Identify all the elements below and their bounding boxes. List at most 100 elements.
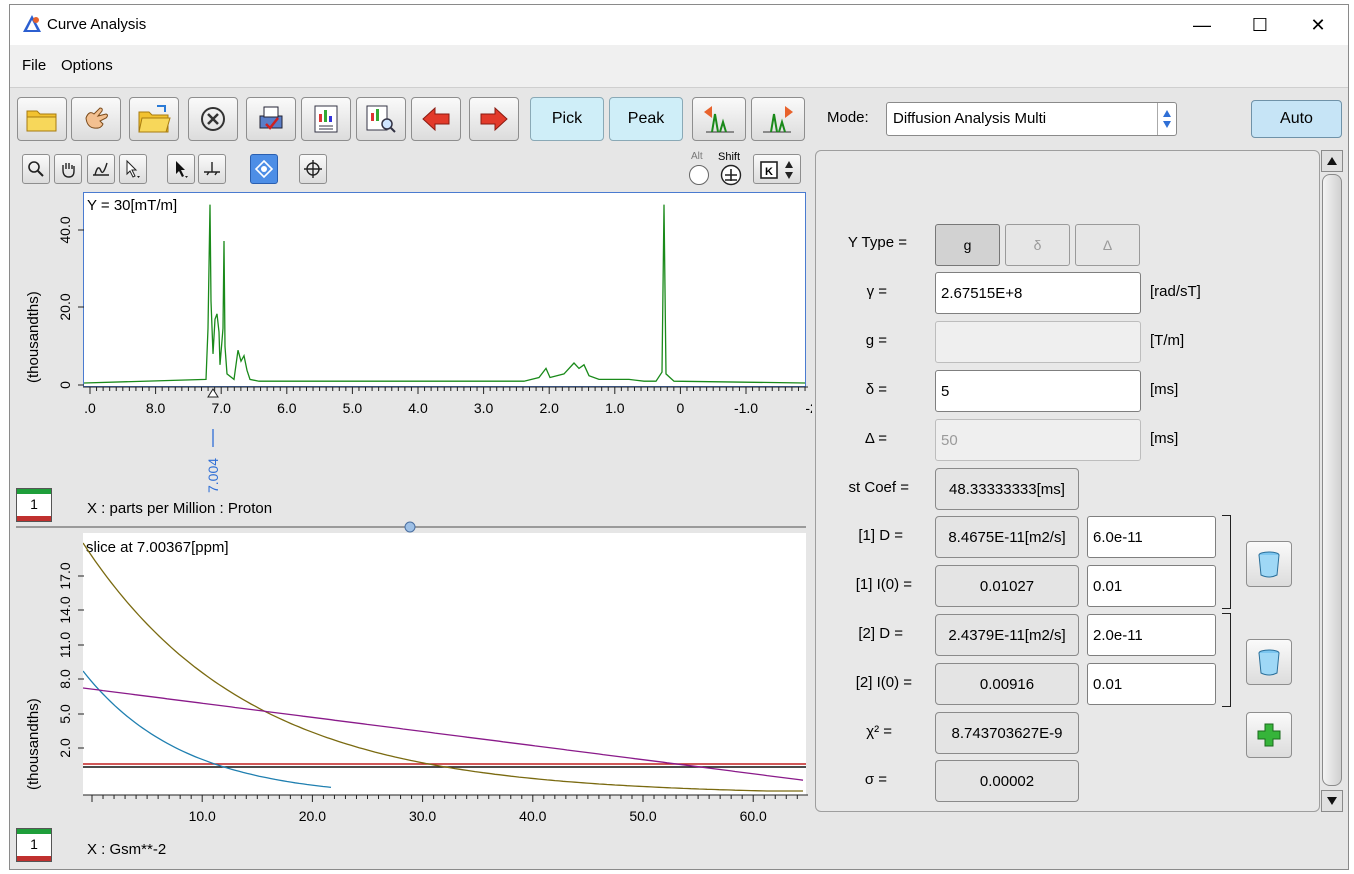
ytype-g-label: g bbox=[963, 237, 972, 253]
i1-output: 0.01027 bbox=[935, 565, 1079, 607]
bottom-y-axis: 17.0 14.0 11.0 8.0 5.0 2.0 bbox=[57, 562, 84, 758]
bottom-slice-indicator[interactable]: 1 bbox=[16, 828, 52, 862]
crosshair-mode-button[interactable] bbox=[250, 154, 278, 184]
arrow-cursor-icon bbox=[176, 161, 188, 178]
report-button[interactable] bbox=[301, 97, 351, 141]
x-tick-label: 0 bbox=[677, 400, 685, 416]
pick-label: Pick bbox=[551, 110, 583, 127]
ytype-label: Y Type = bbox=[847, 234, 907, 251]
delete-component-2-button[interactable] bbox=[1246, 639, 1292, 685]
print-icon bbox=[259, 106, 283, 130]
baseline-tool-button[interactable] bbox=[198, 154, 226, 184]
up-down-arrows-icon bbox=[1163, 110, 1171, 128]
hand-tool-button[interactable] bbox=[71, 97, 121, 141]
spectrum-trace bbox=[84, 204, 805, 384]
y-tick-label: 2.0 bbox=[57, 738, 73, 758]
pick-button[interactable]: Pick bbox=[530, 97, 604, 141]
scroll-down-button[interactable] bbox=[1321, 790, 1343, 812]
y-tick-label: 20.0 bbox=[57, 293, 73, 320]
close-button[interactable]: ✕ bbox=[1289, 5, 1347, 45]
auto-button[interactable]: Auto bbox=[1251, 100, 1342, 138]
panel-scrollbar[interactable] bbox=[1321, 150, 1343, 812]
next-peak-button[interactable] bbox=[751, 97, 805, 141]
spectrum-plot[interactable]: Y = 30[mT/m] bbox=[83, 192, 806, 387]
scroll-thumb[interactable] bbox=[1322, 174, 1342, 786]
select-tool-button[interactable] bbox=[119, 154, 147, 184]
peak-label: Peak bbox=[627, 110, 665, 127]
zoom-tool-button[interactable] bbox=[22, 154, 50, 184]
pan-hand-icon bbox=[62, 163, 75, 178]
x-tick-label: -2 bbox=[805, 400, 812, 416]
arrow-right-icon bbox=[480, 106, 508, 132]
print-button[interactable] bbox=[246, 97, 296, 141]
bigdelta-input[interactable]: 50 bbox=[935, 419, 1141, 461]
decay-plot[interactable]: slice at 7.00367[ppm] bbox=[83, 533, 806, 795]
menu-options[interactable]: Options bbox=[61, 57, 113, 74]
d1-input[interactable]: 6.0e-11 bbox=[1087, 516, 1216, 558]
decay-curves bbox=[83, 542, 806, 792]
open-recent-button[interactable] bbox=[129, 97, 179, 141]
crosshair-icon bbox=[304, 160, 322, 178]
i2-label: [2] I(0) = bbox=[855, 674, 912, 691]
x-tick-label: 8.0 bbox=[146, 400, 166, 416]
peak-tool-button[interactable] bbox=[87, 154, 115, 184]
peak-button[interactable]: Peak bbox=[609, 97, 683, 141]
minimize-button[interactable]: — bbox=[1173, 5, 1231, 45]
ytype-delta-button[interactable]: δ bbox=[1005, 224, 1070, 266]
bottom-x-axis-label: X : Gsm**-2 bbox=[87, 841, 167, 858]
magnifier-icon bbox=[28, 161, 44, 177]
peak-cursor-icon bbox=[93, 162, 109, 176]
cursor-marker bbox=[207, 388, 219, 447]
mode-select[interactable]: Diffusion Analysis Multi bbox=[886, 102, 1177, 136]
delete-component-1-button[interactable] bbox=[1246, 541, 1292, 587]
close-icon: ✕ bbox=[1310, 14, 1326, 35]
maximize-button[interactable]: ☐ bbox=[1231, 5, 1289, 45]
d2-label: [2] D = bbox=[858, 625, 903, 642]
key-selector[interactable]: K bbox=[753, 154, 801, 184]
ytype-bigdelta-button[interactable]: Δ bbox=[1075, 224, 1140, 266]
mode-spinner[interactable] bbox=[1157, 103, 1176, 135]
top-slice-indicator[interactable]: 1 bbox=[16, 488, 52, 522]
title-bar: Curve Analysis — ☐ ✕ bbox=[10, 5, 1348, 45]
splitter-handle-icon[interactable] bbox=[404, 521, 416, 533]
stcoef-output: 48.33333333[ms] bbox=[935, 468, 1079, 510]
bigdelta-unit: [ms] bbox=[1150, 430, 1179, 447]
i1-input[interactable]: 0.01 bbox=[1087, 565, 1216, 607]
shift-key-indicator-icon bbox=[720, 164, 742, 186]
window-title: Curve Analysis bbox=[47, 16, 147, 33]
delta-input[interactable]: 5 bbox=[935, 370, 1141, 412]
previous-button[interactable] bbox=[411, 97, 461, 141]
add-component-button[interactable] bbox=[1246, 712, 1292, 758]
folder-open-icon bbox=[138, 105, 171, 133]
x-tick-label: 40.0 bbox=[519, 808, 546, 824]
d2-input[interactable]: 2.0e-11 bbox=[1087, 614, 1216, 656]
i2-input[interactable]: 0.01 bbox=[1087, 663, 1216, 705]
x-tick-label: 30.0 bbox=[409, 808, 436, 824]
pan-tool-button[interactable] bbox=[54, 154, 82, 184]
stop-button[interactable] bbox=[188, 97, 238, 141]
ytype-g-button[interactable]: g bbox=[935, 224, 1000, 266]
open-folder-button[interactable] bbox=[17, 97, 67, 141]
scroll-up-button[interactable] bbox=[1321, 150, 1343, 172]
next-button[interactable] bbox=[469, 97, 519, 141]
report-preview-button[interactable] bbox=[356, 97, 406, 141]
x-tick-label: -1.0 bbox=[734, 400, 758, 416]
x-tick-label: 10.0 bbox=[189, 808, 216, 824]
g-label: g = bbox=[865, 332, 887, 349]
ytype-bigdelta-label: Δ bbox=[1102, 237, 1113, 253]
g-input[interactable] bbox=[935, 321, 1141, 363]
x-tick-label: 4.0 bbox=[408, 400, 428, 416]
previous-peak-button[interactable] bbox=[692, 97, 746, 141]
alt-key-indicator-icon bbox=[689, 165, 709, 185]
gamma-input[interactable]: 2.67515E+8 bbox=[935, 272, 1141, 314]
arrow-select-button[interactable] bbox=[167, 154, 195, 184]
alt-key-label: Alt bbox=[691, 151, 703, 162]
d2-value: 2.4379E-11[m2/s] bbox=[948, 626, 1066, 644]
i1-label: [1] I(0) = bbox=[855, 576, 912, 593]
y-tick-label: 8.0 bbox=[57, 669, 73, 689]
gamma-unit: [rad/sT] bbox=[1150, 283, 1201, 300]
stcoef-value: 48.33333333[ms] bbox=[949, 480, 1065, 498]
plus-icon bbox=[1257, 723, 1281, 747]
crosshair-button[interactable] bbox=[299, 154, 327, 184]
menu-file[interactable]: File bbox=[22, 57, 46, 74]
